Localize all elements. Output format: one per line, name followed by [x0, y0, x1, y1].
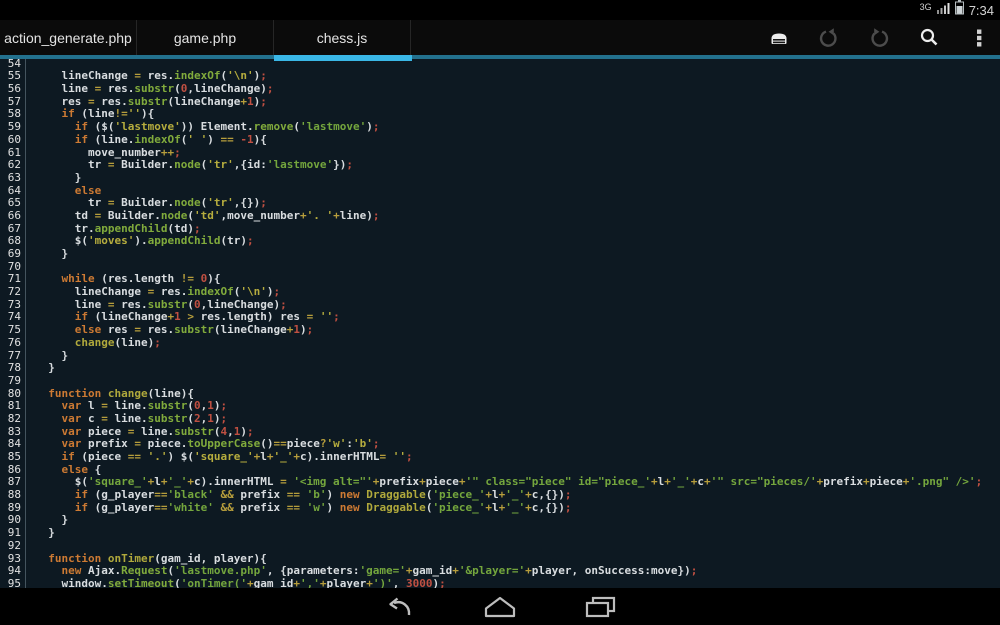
save-icon[interactable] [766, 25, 792, 51]
line-number: 60 [0, 134, 26, 147]
code-line: 78 } [0, 362, 1000, 375]
code-line: 90 } [0, 514, 1000, 527]
line-number: 56 [0, 83, 26, 96]
line-number: 85 [0, 451, 26, 464]
line-number: 62 [0, 159, 26, 172]
line-number: 69 [0, 248, 26, 261]
code-line: 69 } [0, 248, 1000, 261]
line-number: 94 [0, 565, 26, 578]
code-line: 76 change(line); [0, 337, 1000, 350]
line-number: 78 [0, 362, 26, 375]
code-line: 62 tr = Builder.node('tr',{id:'lastmove'… [0, 159, 1000, 172]
tab-underline [0, 57, 1000, 59]
action-bar: action_generate.php game.php chess.js [0, 20, 1000, 57]
tab-game-php[interactable]: game.php [137, 20, 274, 55]
tab-chess-js[interactable]: chess.js [274, 20, 411, 55]
code-line: 85 if (piece == '.') $('square_'+l+'_'+c… [0, 451, 1000, 464]
battery-icon [955, 0, 964, 20]
clock: 7:34 [969, 3, 994, 18]
tab-action_generate-php[interactable]: action_generate.php [0, 20, 137, 55]
code-line: 77 } [0, 350, 1000, 363]
redo-icon[interactable] [866, 25, 892, 51]
code-line: 91 } [0, 527, 1000, 540]
overflow-menu-icon[interactable] [966, 25, 992, 51]
screen: 3G 7:34 action_generate.phpgame.ph [0, 0, 1000, 625]
code-line: 68 $('moves').appendChild(tr); [0, 235, 1000, 248]
active-tab-indicator [274, 55, 412, 61]
tab-label: action_generate.php [4, 30, 132, 46]
line-number: 76 [0, 337, 26, 350]
line-number: 72 [0, 286, 26, 299]
nav-bar [0, 588, 1000, 625]
line-number: 59 [0, 121, 26, 134]
tab-label: game.php [174, 30, 236, 46]
line-number: 95 [0, 578, 26, 588]
line-number: 75 [0, 324, 26, 337]
line-number: 66 [0, 210, 26, 223]
tab-strip: action_generate.php game.php chess.js [0, 20, 411, 55]
tab-label: chess.js [317, 30, 368, 46]
line-number: 79 [0, 375, 26, 388]
code-line: 95 window.setTimeout('onTimer('+gam_id+'… [0, 578, 1000, 588]
back-icon[interactable] [383, 596, 417, 618]
home-icon[interactable] [483, 596, 517, 618]
line-number: 88 [0, 489, 26, 502]
line-number: 63 [0, 172, 26, 185]
line-number: 91 [0, 527, 26, 540]
recents-icon[interactable] [583, 596, 617, 618]
undo-icon[interactable] [816, 25, 842, 51]
search-icon[interactable] [916, 25, 942, 51]
code-line: 63 } [0, 172, 1000, 185]
code-line: 89 if (g_player=='white' && prefix == 'w… [0, 502, 1000, 515]
code-editor[interactable]: 53 var res = req.responseText;5455 lineC… [0, 55, 1000, 588]
code-lines: 53 var res = req.responseText;5455 lineC… [0, 55, 1000, 588]
line-number: 82 [0, 413, 26, 426]
line-number: 92 [0, 540, 26, 553]
status-bar: 3G 7:34 [0, 0, 1000, 20]
network-type-label: 3G [920, 3, 932, 12]
signal-strength-icon [937, 1, 950, 19]
